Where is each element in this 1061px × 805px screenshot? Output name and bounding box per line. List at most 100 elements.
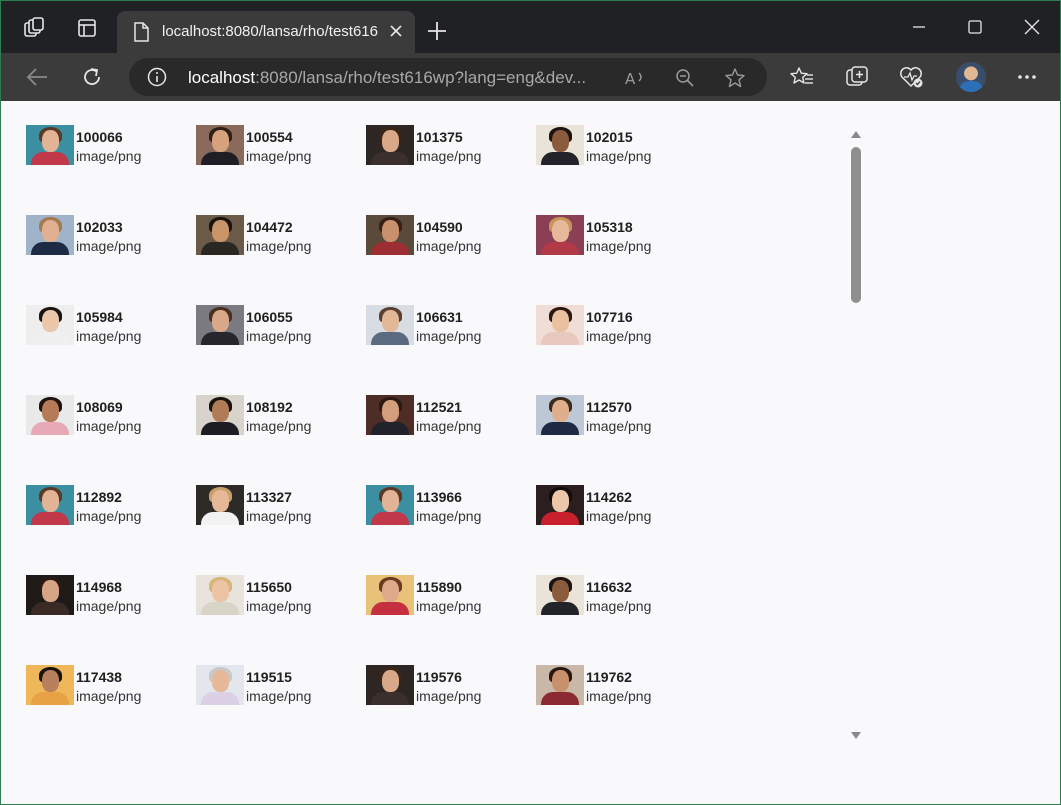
employee-photo-thumbnail[interactable] bbox=[26, 215, 74, 255]
browser-essentials-icon[interactable] bbox=[898, 63, 926, 91]
image-id: 105984 bbox=[76, 309, 123, 325]
image-mime-type: image/png bbox=[246, 328, 312, 344]
close-tab-icon[interactable] bbox=[387, 23, 405, 41]
employee-photo-thumbnail[interactable] bbox=[366, 215, 414, 255]
employee-photo-thumbnail[interactable] bbox=[26, 485, 74, 525]
image-id: 107716 bbox=[586, 309, 633, 325]
workspaces-icon[interactable] bbox=[23, 17, 45, 39]
image-list-item[interactable]: 119576 image/png bbox=[366, 665, 536, 755]
employee-photo-thumbnail[interactable] bbox=[196, 305, 244, 345]
image-mime-type: image/png bbox=[416, 598, 482, 614]
image-mime-type: image/png bbox=[246, 238, 312, 254]
active-tab[interactable]: localhost:8080/lansa/rho/test616 bbox=[117, 11, 415, 53]
image-list-item[interactable]: 116632 image/png bbox=[536, 575, 706, 665]
favorites-icon[interactable] bbox=[788, 63, 816, 91]
image-id: 106631 bbox=[416, 309, 463, 325]
employee-photo-thumbnail[interactable] bbox=[536, 215, 584, 255]
image-mime-type: image/png bbox=[586, 598, 652, 614]
site-info-icon[interactable] bbox=[147, 67, 167, 87]
image-list-item[interactable]: 104590 image/png bbox=[366, 215, 536, 305]
favorite-star-icon[interactable] bbox=[724, 67, 746, 89]
more-options-icon[interactable] bbox=[1013, 63, 1041, 91]
close-window-button[interactable] bbox=[1017, 13, 1047, 41]
image-list-item[interactable]: 119515 image/png bbox=[196, 665, 366, 755]
url-text[interactable]: localhost:8080/lansa/rho/test616wp?lang=… bbox=[188, 68, 618, 88]
image-list-item[interactable]: 106631 image/png bbox=[366, 305, 536, 395]
maximize-button[interactable] bbox=[960, 13, 990, 41]
browser-toolbar: localhost:8080/lansa/rho/test616wp?lang=… bbox=[1, 53, 1060, 101]
profile-avatar[interactable] bbox=[956, 62, 986, 92]
image-id: 102033 bbox=[76, 219, 123, 235]
employee-photo-thumbnail[interactable] bbox=[536, 305, 584, 345]
image-list-item[interactable]: 102033 image/png bbox=[26, 215, 196, 305]
employee-photo-thumbnail[interactable] bbox=[26, 575, 74, 615]
image-mime-type: image/png bbox=[586, 238, 652, 254]
minimize-button[interactable] bbox=[904, 13, 934, 41]
image-list-item[interactable]: 108069 image/png bbox=[26, 395, 196, 485]
image-list-item[interactable]: 117438 image/png bbox=[26, 665, 196, 755]
image-id: 114262 bbox=[586, 489, 632, 505]
image-list-item[interactable]: 106055 image/png bbox=[196, 305, 366, 395]
employee-photo-thumbnail[interactable] bbox=[536, 485, 584, 525]
scroll-up-arrow-icon[interactable] bbox=[851, 131, 861, 138]
employee-photo-thumbnail[interactable] bbox=[366, 395, 414, 435]
employee-photo-thumbnail[interactable] bbox=[26, 395, 74, 435]
employee-photo-thumbnail[interactable] bbox=[366, 665, 414, 705]
image-list-item[interactable]: 107716 image/png bbox=[536, 305, 706, 395]
collections-icon[interactable] bbox=[843, 63, 871, 91]
employee-photo-thumbnail[interactable] bbox=[366, 125, 414, 165]
employee-photo-thumbnail[interactable] bbox=[366, 575, 414, 615]
employee-photo-thumbnail[interactable] bbox=[26, 665, 74, 705]
image-list-item[interactable]: 100554 image/png bbox=[196, 125, 366, 215]
employee-photo-thumbnail[interactable] bbox=[196, 575, 244, 615]
image-mime-type: image/png bbox=[416, 508, 482, 524]
employee-photo-thumbnail[interactable] bbox=[196, 485, 244, 525]
image-list-item[interactable]: 112892 image/png bbox=[26, 485, 196, 575]
image-list-item[interactable]: 114968 image/png bbox=[26, 575, 196, 665]
image-list-item[interactable]: 104472 image/png bbox=[196, 215, 366, 305]
image-id: 108069 bbox=[76, 399, 123, 415]
image-list-item[interactable]: 100066 image/png bbox=[26, 125, 196, 215]
new-tab-icon[interactable] bbox=[426, 20, 448, 42]
image-list-item[interactable]: 119762 image/png bbox=[536, 665, 706, 755]
image-mime-type: image/png bbox=[586, 148, 652, 164]
image-mime-type: image/png bbox=[246, 598, 312, 614]
address-bar[interactable]: localhost:8080/lansa/rho/test616wp?lang=… bbox=[129, 58, 767, 96]
image-list-item[interactable]: 102015 image/png bbox=[536, 125, 706, 215]
employee-photo-thumbnail[interactable] bbox=[26, 125, 74, 165]
image-list-item[interactable]: 105318 image/png bbox=[536, 215, 706, 305]
image-list-item[interactable]: 101375 image/png bbox=[366, 125, 536, 215]
refresh-button[interactable] bbox=[78, 63, 106, 91]
employee-photo-thumbnail[interactable] bbox=[26, 305, 74, 345]
image-list-item[interactable]: 115890 image/png bbox=[366, 575, 536, 665]
employee-photo-thumbnail[interactable] bbox=[536, 125, 584, 165]
vertical-scrollbar[interactable] bbox=[847, 127, 865, 739]
read-aloud-icon[interactable]: A bbox=[625, 67, 647, 89]
scrollbar-thumb[interactable] bbox=[851, 147, 861, 303]
employee-photo-thumbnail[interactable] bbox=[196, 125, 244, 165]
image-list-item[interactable]: 115650 image/png bbox=[196, 575, 366, 665]
image-mime-type: image/png bbox=[76, 328, 142, 344]
employee-photo-thumbnail[interactable] bbox=[196, 215, 244, 255]
vertical-tabs-icon[interactable] bbox=[76, 17, 98, 39]
image-list-item[interactable]: 113327 image/png bbox=[196, 485, 366, 575]
image-list-item[interactable]: 105984 image/png bbox=[26, 305, 196, 395]
employee-photo-thumbnail[interactable] bbox=[536, 395, 584, 435]
employee-photo-thumbnail[interactable] bbox=[366, 485, 414, 525]
image-list-item[interactable]: 108192 image/png bbox=[196, 395, 366, 485]
image-list-item[interactable]: 112570 image/png bbox=[536, 395, 706, 485]
image-list-item[interactable]: 114262 image/png bbox=[536, 485, 706, 575]
employee-photo-thumbnail[interactable] bbox=[196, 395, 244, 435]
image-mime-type: image/png bbox=[586, 688, 652, 704]
employee-photo-thumbnail[interactable] bbox=[536, 665, 584, 705]
employee-photo-thumbnail[interactable] bbox=[196, 665, 244, 705]
employee-photo-thumbnail[interactable] bbox=[366, 305, 414, 345]
image-id: 100554 bbox=[246, 129, 293, 145]
zoom-out-icon[interactable] bbox=[674, 67, 696, 89]
image-list-item[interactable]: 112521 image/png bbox=[366, 395, 536, 485]
back-button[interactable] bbox=[23, 63, 51, 91]
employee-photo-thumbnail[interactable] bbox=[536, 575, 584, 615]
image-mime-type: image/png bbox=[586, 328, 652, 344]
image-list-item[interactable]: 113966 image/png bbox=[366, 485, 536, 575]
scroll-down-arrow-icon[interactable] bbox=[851, 732, 861, 739]
